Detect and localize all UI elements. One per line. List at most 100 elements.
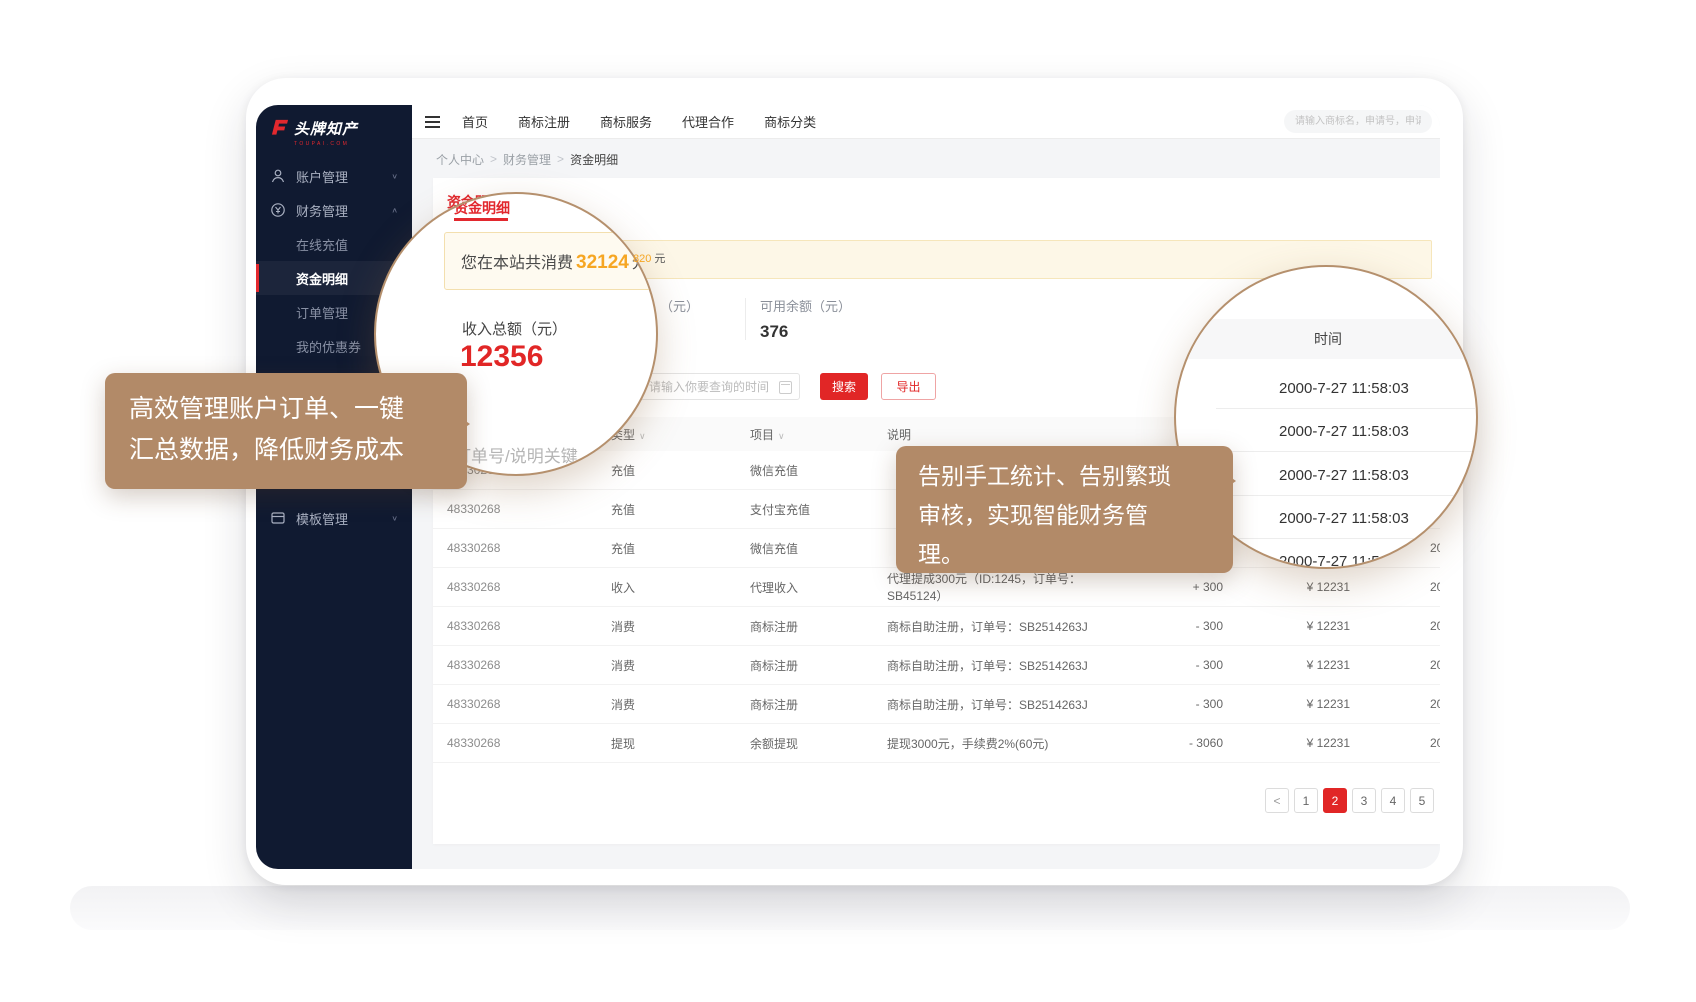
table-row: 48330268消费商标注册商标自助注册，订单号：SB2514263J- 300…: [433, 607, 1440, 646]
cell-item: 商标注册: [750, 657, 887, 674]
sidebar-group-1[interactable]: 账户管理∨: [256, 159, 412, 193]
cell-order: 48330268: [447, 697, 611, 711]
cell-balance: ¥ 12231: [1223, 658, 1350, 672]
breadcrumb-item[interactable]: 财务管理: [503, 151, 551, 168]
pagination-page-2[interactable]: 2: [1323, 788, 1347, 813]
logo-text: 头牌知产 TOUPAI.COM: [294, 118, 358, 147]
cell-item: 商标注册: [750, 618, 887, 635]
banner-fragment-unit: 元: [654, 253, 665, 265]
chevron-down-icon[interactable]: ∨: [778, 431, 785, 441]
chevron-down-icon[interactable]: ∨: [639, 431, 646, 441]
breadcrumb-separator: >: [557, 152, 564, 166]
breadcrumb: 个人中心 > 财务管理 > 资金明细: [412, 139, 1440, 179]
lens-time-value: 2000-7-27 11:58:03: [1279, 510, 1409, 527]
pagination-page-3[interactable]: 3: [1352, 788, 1376, 813]
logo-title: 头牌知产: [294, 118, 358, 139]
cell-desc: 商标自助注册，订单号：SB2514263J: [887, 657, 1133, 674]
breadcrumb-item[interactable]: 个人中心: [436, 151, 484, 168]
lens-tab-label: 资金明细: [454, 198, 510, 218]
sidebar-group-3[interactable]: 模板管理∨: [256, 501, 412, 535]
cell-order: 48330268: [447, 580, 611, 594]
sidebar-item-在线充值[interactable]: 在线充值: [256, 227, 412, 261]
table-header-item[interactable]: 项目 ∨: [750, 426, 887, 443]
cell-amount: - 300: [1133, 697, 1223, 711]
cell-type: 提现: [611, 735, 750, 752]
cell-item: 微信充值: [750, 462, 887, 479]
logo-subtitle: TOUPAI.COM: [294, 141, 358, 147]
breadcrumb-item[interactable]: 资金明细: [570, 151, 618, 168]
cell-time: 2000-7-27 11:58:03: [1350, 658, 1440, 672]
stat-balance: 可用余额（元） 376: [760, 296, 851, 342]
breadcrumb-separator: >: [490, 152, 497, 166]
search-button[interactable]: 搜索: [820, 373, 868, 400]
calendar-icon[interactable]: [779, 381, 792, 394]
cell-time: 2000-7-27 11:58:03: [1350, 736, 1440, 750]
time-filter: [640, 373, 800, 400]
header-label: 项目: [750, 428, 774, 442]
sidebar-group-2[interactable]: 财务管理∧: [256, 193, 412, 227]
callout-left: 高效管理账户订单、一键 汇总数据，降低财务成本: [105, 373, 467, 489]
nav-item-2[interactable]: 商标注册: [518, 112, 570, 131]
cell-order: 48330268: [447, 658, 611, 672]
cell-type: 消费: [611, 696, 750, 713]
lens-income-value: 12356: [460, 340, 543, 374]
stat-expense: （元）: [660, 296, 699, 315]
chevron-down-icon: ∨: [391, 514, 398, 523]
cell-balance: ¥ 12231: [1223, 619, 1350, 633]
cell-item: 商标注册: [750, 696, 887, 713]
cell-type: 充值: [611, 501, 750, 518]
banner-fragment-amount: 820: [633, 253, 651, 265]
stat-divider: [745, 298, 746, 340]
sidebar-group-label: 财务管理: [296, 201, 391, 220]
stat-expense-label-fragment: （元）: [660, 296, 699, 315]
lens-row-divider: [1216, 538, 1476, 539]
lens-banner-prefix: 您在本站共消费: [461, 255, 573, 272]
lens-time-value: 2000-7-27 11:58:03: [1279, 467, 1409, 484]
export-button[interactable]: 导出: [881, 373, 936, 400]
pagination-page-1[interactable]: 1: [1294, 788, 1318, 813]
cell-time: 2000-7-27 11:58:03: [1350, 580, 1440, 594]
chevron-up-icon: ∧: [391, 206, 398, 215]
template-icon: [270, 510, 286, 526]
trademark-search-input[interactable]: [1284, 110, 1432, 133]
logo[interactable]: 头牌知产 TOUPAI.COM: [256, 105, 412, 147]
cell-item: 余额提现: [750, 735, 887, 752]
cell-item: 支付宝充值: [750, 501, 887, 518]
pagination-prev-button[interactable]: <: [1265, 788, 1289, 813]
table-header-desc: 说明: [887, 426, 1133, 443]
lens-income-label: 收入总额（元）: [462, 318, 567, 339]
lens-keyword-placeholder-fragment: 订单号/说明关键: [454, 442, 578, 467]
cell-balance: ¥ 12231: [1223, 736, 1350, 750]
nav-item-4[interactable]: 代理合作: [682, 112, 734, 131]
cell-amount: + 300: [1133, 580, 1223, 594]
laptop-base: [70, 886, 1630, 930]
cell-order: 48330268: [447, 619, 611, 633]
pagination-page-4[interactable]: 4: [1381, 788, 1405, 813]
cell-balance: ¥ 12231: [1223, 580, 1350, 594]
table-row: 48330268消费商标注册商标自助注册，订单号：SB2514263J- 300…: [433, 646, 1440, 685]
cell-order: 48330268: [447, 541, 611, 555]
lens-tab-underline: [454, 218, 508, 221]
cell-order: 48330268: [447, 736, 611, 750]
cell-amount: - 3060: [1133, 736, 1223, 750]
pagination: <12345: [1265, 788, 1434, 813]
lens-time-value: 2000-7-27 11:58:03: [1279, 380, 1409, 397]
sidebar-group-label: 账户管理: [296, 167, 391, 186]
finance-icon: [270, 202, 286, 218]
cell-type: 消费: [611, 657, 750, 674]
topbar: 首页 商标注册 商标服务 代理合作 商标分类: [412, 105, 1440, 139]
cell-item: 代理收入: [750, 579, 887, 596]
nav-item-5[interactable]: 商标分类: [764, 112, 816, 131]
cell-type: 消费: [611, 618, 750, 635]
pagination-page-5[interactable]: 5: [1410, 788, 1434, 813]
stat-balance-value: 376: [760, 322, 851, 342]
callout-right: 告别手工统计、告别繁琐 审核，实现智能财务管 理。: [896, 446, 1233, 573]
hamburger-menu-icon[interactable]: [412, 105, 452, 138]
nav-item-1[interactable]: 首页: [462, 112, 488, 131]
stat-balance-label: 可用余额（元）: [760, 296, 851, 315]
time-filter-input[interactable]: [640, 373, 800, 400]
table-header-type[interactable]: 类型∨: [611, 426, 750, 443]
cell-order: 48330268: [447, 502, 611, 516]
nav-item-3[interactable]: 商标服务: [600, 112, 652, 131]
lens-time-header: 时间: [1176, 319, 1478, 359]
